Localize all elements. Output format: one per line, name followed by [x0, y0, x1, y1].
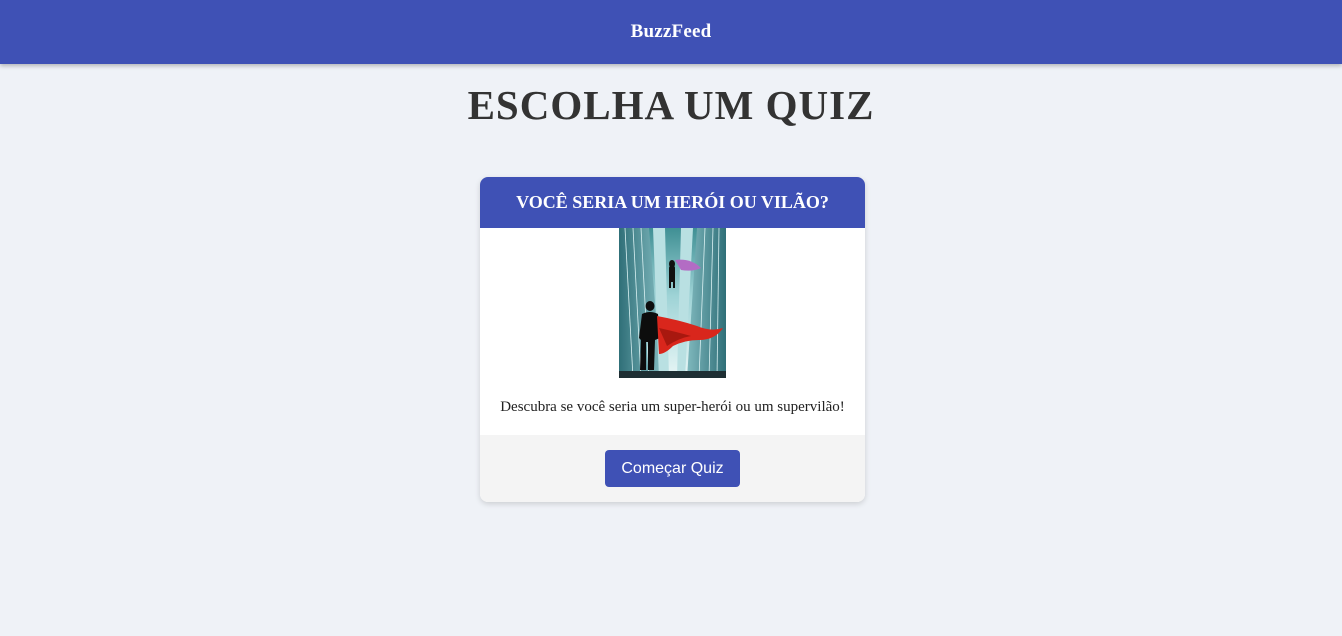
- page-title: ESCOLHA UM QUIZ: [467, 82, 875, 128]
- quiz-card: VOCÊ SERIA UM HERÓI OU VILÃO? Descubra s…: [480, 177, 865, 502]
- quiz-card-footer: Começar Quiz: [480, 435, 865, 502]
- quiz-card-title: VOCÊ SERIA UM HERÓI OU VILÃO?: [480, 177, 865, 228]
- brand-logo[interactable]: BuzzFeed: [631, 21, 712, 43]
- quiz-card-image: [619, 228, 726, 378]
- start-quiz-button[interactable]: Começar Quiz: [605, 450, 740, 487]
- quiz-card-description: Descubra se você seria um super-herói ou…: [500, 399, 845, 415]
- top-navbar: BuzzFeed: [0, 0, 1342, 64]
